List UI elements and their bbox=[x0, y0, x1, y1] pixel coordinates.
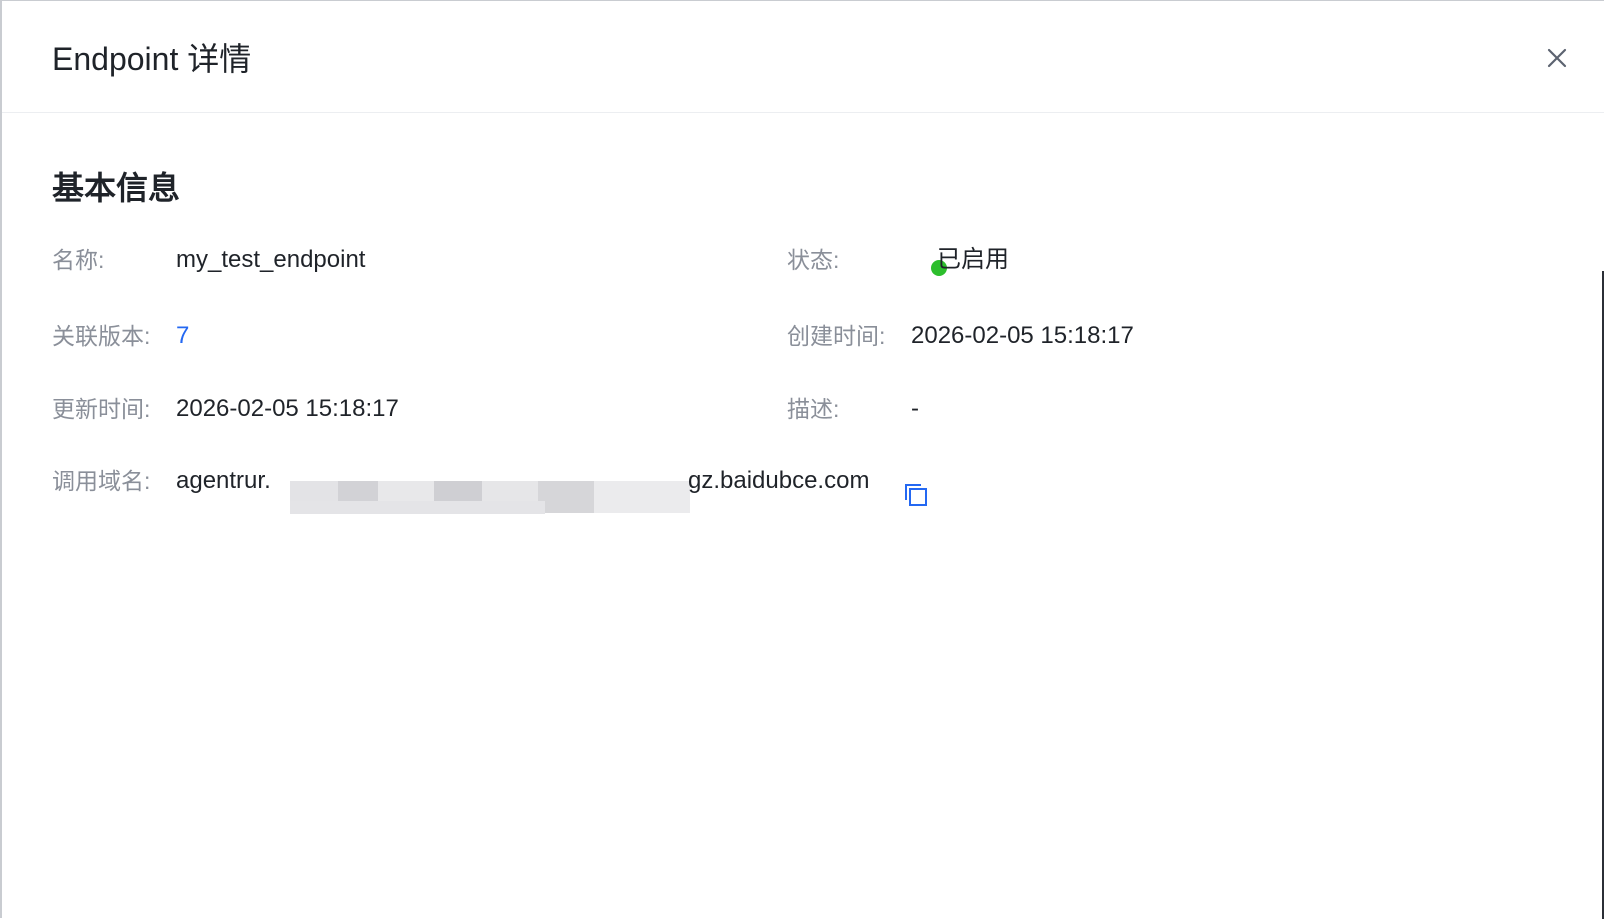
copy-icon[interactable] bbox=[903, 482, 929, 508]
description-label: 描述: bbox=[787, 396, 840, 422]
drawer-header: Endpoint 详情 bbox=[2, 1, 1604, 113]
close-icon[interactable] bbox=[1542, 43, 1572, 73]
status-value: 已启用 bbox=[937, 246, 1009, 273]
description-value: - bbox=[911, 395, 919, 422]
created-time-value: 2026-02-05 15:18:17 bbox=[911, 322, 1134, 349]
domain-label: 调用域名: bbox=[52, 468, 151, 494]
updated-time-value: 2026-02-05 15:18:17 bbox=[176, 395, 399, 422]
domain-value-suffix: gz.baidubce.com bbox=[688, 467, 870, 494]
redacted-region-lower bbox=[290, 501, 545, 514]
drawer-title: Endpoint 详情 bbox=[52, 41, 252, 77]
domain-value-prefix: agentrur. bbox=[176, 467, 271, 494]
status-label: 状态: bbox=[787, 247, 840, 273]
name-value: my_test_endpoint bbox=[176, 246, 366, 273]
name-label: 名称: bbox=[52, 247, 105, 273]
version-label: 关联版本: bbox=[52, 323, 151, 349]
section-title-basic-info: 基本信息 bbox=[52, 170, 181, 206]
endpoint-detail-drawer: Endpoint 详情 基本信息 名称: my_test_endpoint 状态… bbox=[0, 0, 1604, 919]
version-link[interactable]: 7 bbox=[176, 320, 189, 352]
updated-time-label: 更新时间: bbox=[52, 396, 151, 422]
created-time-label: 创建时间: bbox=[787, 323, 886, 349]
